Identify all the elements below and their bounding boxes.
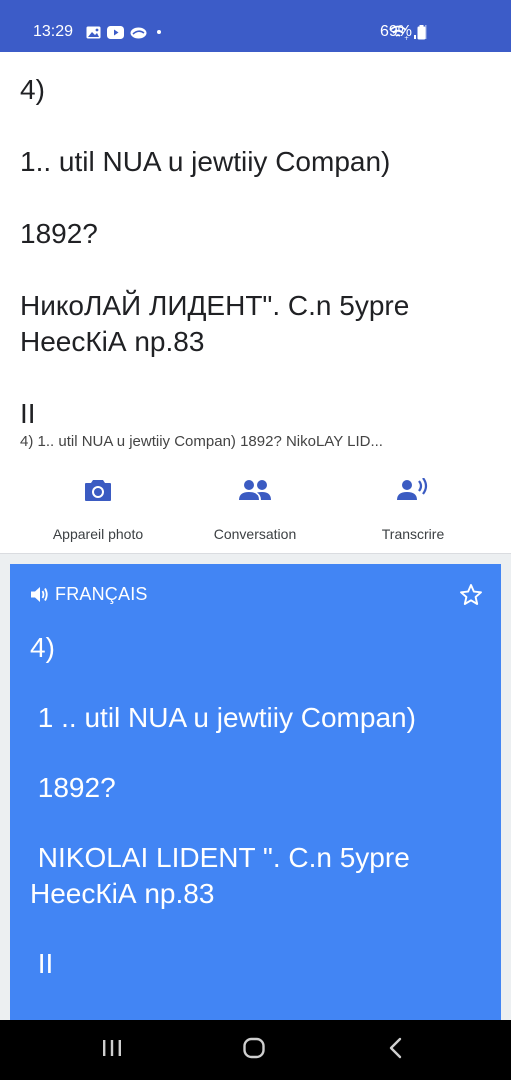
target-language: FRANÇAIS <box>55 584 148 604</box>
dot-icon <box>157 30 161 34</box>
conversation-label: Conversation <box>213 526 297 542</box>
source-spacer <box>20 108 490 144</box>
language-row[interactable]: FRANÇAIS <box>30 584 148 605</box>
source-text[interactable]: 4) 1.. util NUA u jewtiiy Compan) 1892? … <box>20 72 490 432</box>
source-line: 1.. util NUA u jewtiiy Compan) <box>20 146 391 177</box>
translated-spacer <box>30 736 485 770</box>
battery-percent: 69% <box>380 23 413 40</box>
speaker-icon[interactable] <box>30 586 49 603</box>
navigation-bar <box>0 1020 511 1080</box>
translated-line: 1 .. util NUA u jewtiiy Compan) <box>30 702 416 733</box>
status-time: 13:29 <box>33 23 74 40</box>
star-icon[interactable] <box>459 583 483 607</box>
translated-spacer <box>30 666 485 700</box>
source-spacer <box>20 252 490 288</box>
youtube-icon <box>107 25 124 39</box>
conversation-icon <box>239 480 271 500</box>
source-spacer <box>20 180 490 216</box>
translated-line: 1892? <box>30 772 116 803</box>
transcribe-button[interactable]: Transcrire <box>338 478 488 550</box>
camera-icon <box>85 480 111 501</box>
translation-card[interactable]: FRANÇAIS 4) 1 .. util NUA u jewtiiy Comp… <box>10 564 501 1020</box>
source-line: 4) <box>20 74 45 105</box>
cloud-icon <box>130 27 147 38</box>
translated-line: II <box>30 948 54 979</box>
translated-text: 4) 1 .. util NUA u jewtiiy Compan) 1892?… <box>30 630 485 982</box>
source-spacer <box>20 360 490 396</box>
transcribe-label: Transcrire <box>381 526 445 542</box>
transcribe-icon <box>397 478 428 500</box>
conversation-button[interactable]: Conversation <box>180 478 330 550</box>
image-icon <box>86 26 101 38</box>
camera-label: Appareil photo <box>52 526 144 542</box>
notification-icons <box>86 24 163 40</box>
translated-spacer <box>30 806 485 840</box>
translated-line: 4) <box>30 632 55 663</box>
source-line: НикоЛАЙ ЛИДЕНТ". С.n 5ypre НеесКіА np.83 <box>20 290 410 357</box>
translated-line: NIKOLAI LIDENT ". C.n 5ypre НеесКіА np.8… <box>30 842 410 909</box>
camera-button[interactable]: Appareil photo <box>23 478 173 550</box>
source-line: 1892? <box>20 218 98 249</box>
recent-apps-icon[interactable] <box>101 1036 123 1060</box>
source-line: II <box>20 398 36 429</box>
source-summary: 4) 1.. util NUA u jewtiiy Compan) 1892? … <box>20 433 383 450</box>
home-icon[interactable] <box>242 1036 266 1060</box>
battery-icon <box>417 25 426 40</box>
translated-spacer <box>30 912 485 946</box>
status-bar: 13:29 + 69% <box>0 0 511 52</box>
back-icon[interactable] <box>386 1036 406 1060</box>
